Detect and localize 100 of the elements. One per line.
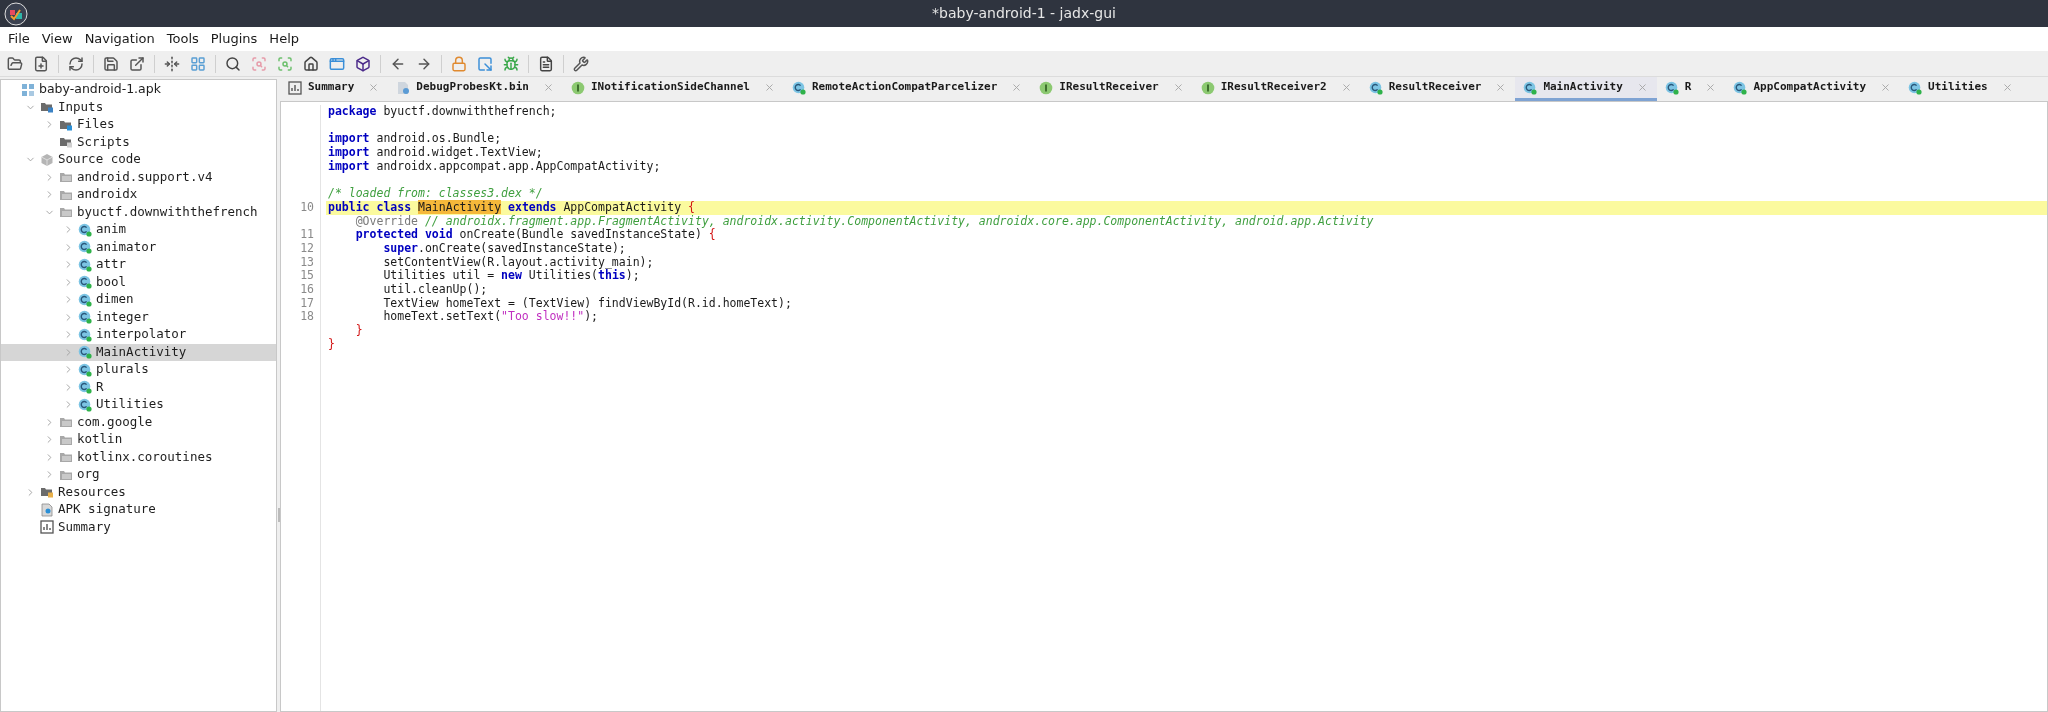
code-token: import [328, 145, 370, 160]
code-token: "Too slow!!" [501, 309, 585, 324]
tree-item[interactable]: Utilities [1, 396, 276, 414]
tree-item[interactable]: anim [1, 221, 276, 239]
close-icon[interactable] [2001, 82, 2013, 93]
editor-tab[interactable]: DebugProbesKt.bin [388, 77, 563, 101]
editor-tab[interactable]: Utilities [1900, 77, 2022, 101]
tree-item[interactable]: interpolator [1, 326, 276, 344]
close-icon[interactable] [1011, 82, 1023, 93]
close-icon[interactable] [1495, 82, 1507, 93]
grid-icon[interactable] [190, 55, 206, 72]
export-icon[interactable] [129, 55, 145, 72]
refresh-icon[interactable] [68, 55, 84, 72]
menu-item[interactable]: Help [263, 29, 305, 49]
class-icon [78, 362, 92, 377]
editor-tab[interactable]: AppCompatActivity [1725, 77, 1901, 101]
window-icon[interactable] [329, 55, 345, 72]
save-icon[interactable] [103, 55, 119, 72]
tree-item[interactable]: android.support.v4 [1, 168, 276, 186]
tree-item[interactable]: androidx [1, 186, 276, 204]
tree-item[interactable]: integer [1, 308, 276, 326]
tree-item[interactable]: Source code [1, 151, 276, 169]
editor-tab[interactable]: IResultReceiver [1031, 77, 1193, 101]
tree-item[interactable]: byuctf.downwiththefrench [1, 203, 276, 221]
tree-item[interactable]: Files [1, 116, 276, 134]
line-number: 10 [300, 199, 314, 214]
tree-label: android.support.v4 [77, 167, 213, 186]
close-icon[interactable] [1340, 82, 1352, 93]
class-icon [78, 257, 92, 272]
menu-item[interactable]: Tools [160, 29, 205, 49]
editor-tab[interactable]: IResultReceiver2 [1192, 77, 1361, 101]
certificate-icon [40, 502, 54, 517]
class-icon [1908, 80, 1923, 95]
code-token: { [708, 227, 716, 242]
search-class-icon[interactable] [251, 55, 267, 72]
editor-tab[interactable]: RemoteActionCompatParcelizer [783, 77, 1032, 101]
log-icon[interactable] [538, 55, 554, 72]
file-question-icon [396, 80, 411, 95]
editor-tab[interactable]: Summary [280, 77, 389, 101]
tree-label: Source code [58, 150, 141, 169]
class-icon [1664, 80, 1679, 95]
close-icon[interactable] [542, 82, 554, 93]
tree-item[interactable]: Inputs [1, 98, 276, 116]
menu-item[interactable]: View [35, 29, 79, 49]
code-token: setContentView(R.layout.activity_main); [382, 254, 654, 269]
tree-label: animator [96, 237, 157, 256]
tree-label: dimen [96, 290, 134, 309]
tree-item[interactable]: APK signature [1, 501, 276, 519]
tree-item[interactable]: kotlin [1, 431, 276, 449]
tree-label: byuctf.downwiththefrench [77, 202, 258, 221]
close-icon[interactable] [1172, 82, 1184, 93]
code-token: new [501, 268, 522, 283]
tree-item[interactable]: Summary [1, 518, 276, 536]
tree-item[interactable]: Resources [1, 483, 276, 501]
tree-item[interactable]: kotlinx.coroutines [1, 448, 276, 466]
folder-open-icon[interactable] [7, 55, 23, 72]
class-icon [78, 397, 92, 412]
tree-item[interactable]: Scripts [1, 133, 276, 151]
close-icon[interactable] [1636, 82, 1648, 93]
close-icon[interactable] [368, 82, 380, 93]
open-device-icon[interactable] [477, 55, 493, 72]
editor-tab[interactable]: R [1656, 77, 1726, 101]
search-icon[interactable] [225, 55, 241, 72]
home-icon[interactable] [303, 55, 319, 72]
editor-tab[interactable]: INotificationSideChannel [562, 77, 784, 101]
code-token: ); [625, 268, 640, 283]
settings-icon[interactable] [573, 55, 589, 72]
editor-tab[interactable]: ResultReceiver [1360, 77, 1516, 101]
menu-item[interactable]: Plugins [204, 29, 264, 49]
tree-item[interactable]: baby-android-1.apk [1, 81, 276, 99]
bug-icon[interactable] [503, 55, 519, 72]
code-token: MainActivity [418, 199, 502, 214]
tree-item[interactable]: R [1, 378, 276, 396]
interface-icon [1039, 80, 1054, 95]
close-icon[interactable] [1880, 82, 1892, 93]
tree-label: Summary [58, 517, 111, 536]
tree-item[interactable]: org [1, 466, 276, 484]
lock-icon[interactable] [451, 55, 467, 72]
tree-item[interactable]: plurals [1, 361, 276, 379]
search-usage-icon[interactable] [277, 55, 293, 72]
tree-item[interactable]: MainActivity [1, 343, 276, 361]
menu-item[interactable]: File [2, 29, 36, 49]
code-token: Utilities util = [382, 268, 495, 283]
class-icon [78, 345, 92, 360]
tree-item[interactable]: bool [1, 273, 276, 291]
file-plus-icon[interactable] [33, 55, 49, 72]
collapse-icon[interactable] [164, 55, 180, 72]
box-icon[interactable] [355, 55, 371, 72]
tree-label: anim [96, 220, 127, 239]
close-icon[interactable] [763, 82, 775, 93]
tree-item[interactable]: attr [1, 256, 276, 274]
close-icon[interactable] [1705, 82, 1717, 93]
tree-item[interactable]: animator [1, 238, 276, 256]
code-token: AppCompatActivity [562, 199, 683, 214]
tree-item[interactable]: com.google [1, 413, 276, 431]
editor-tab[interactable]: MainActivity [1515, 77, 1657, 101]
tree-item[interactable]: dimen [1, 291, 276, 309]
class-icon [1523, 80, 1538, 95]
menu-item[interactable]: Navigation [78, 29, 161, 49]
line-number: 18 [300, 309, 314, 324]
